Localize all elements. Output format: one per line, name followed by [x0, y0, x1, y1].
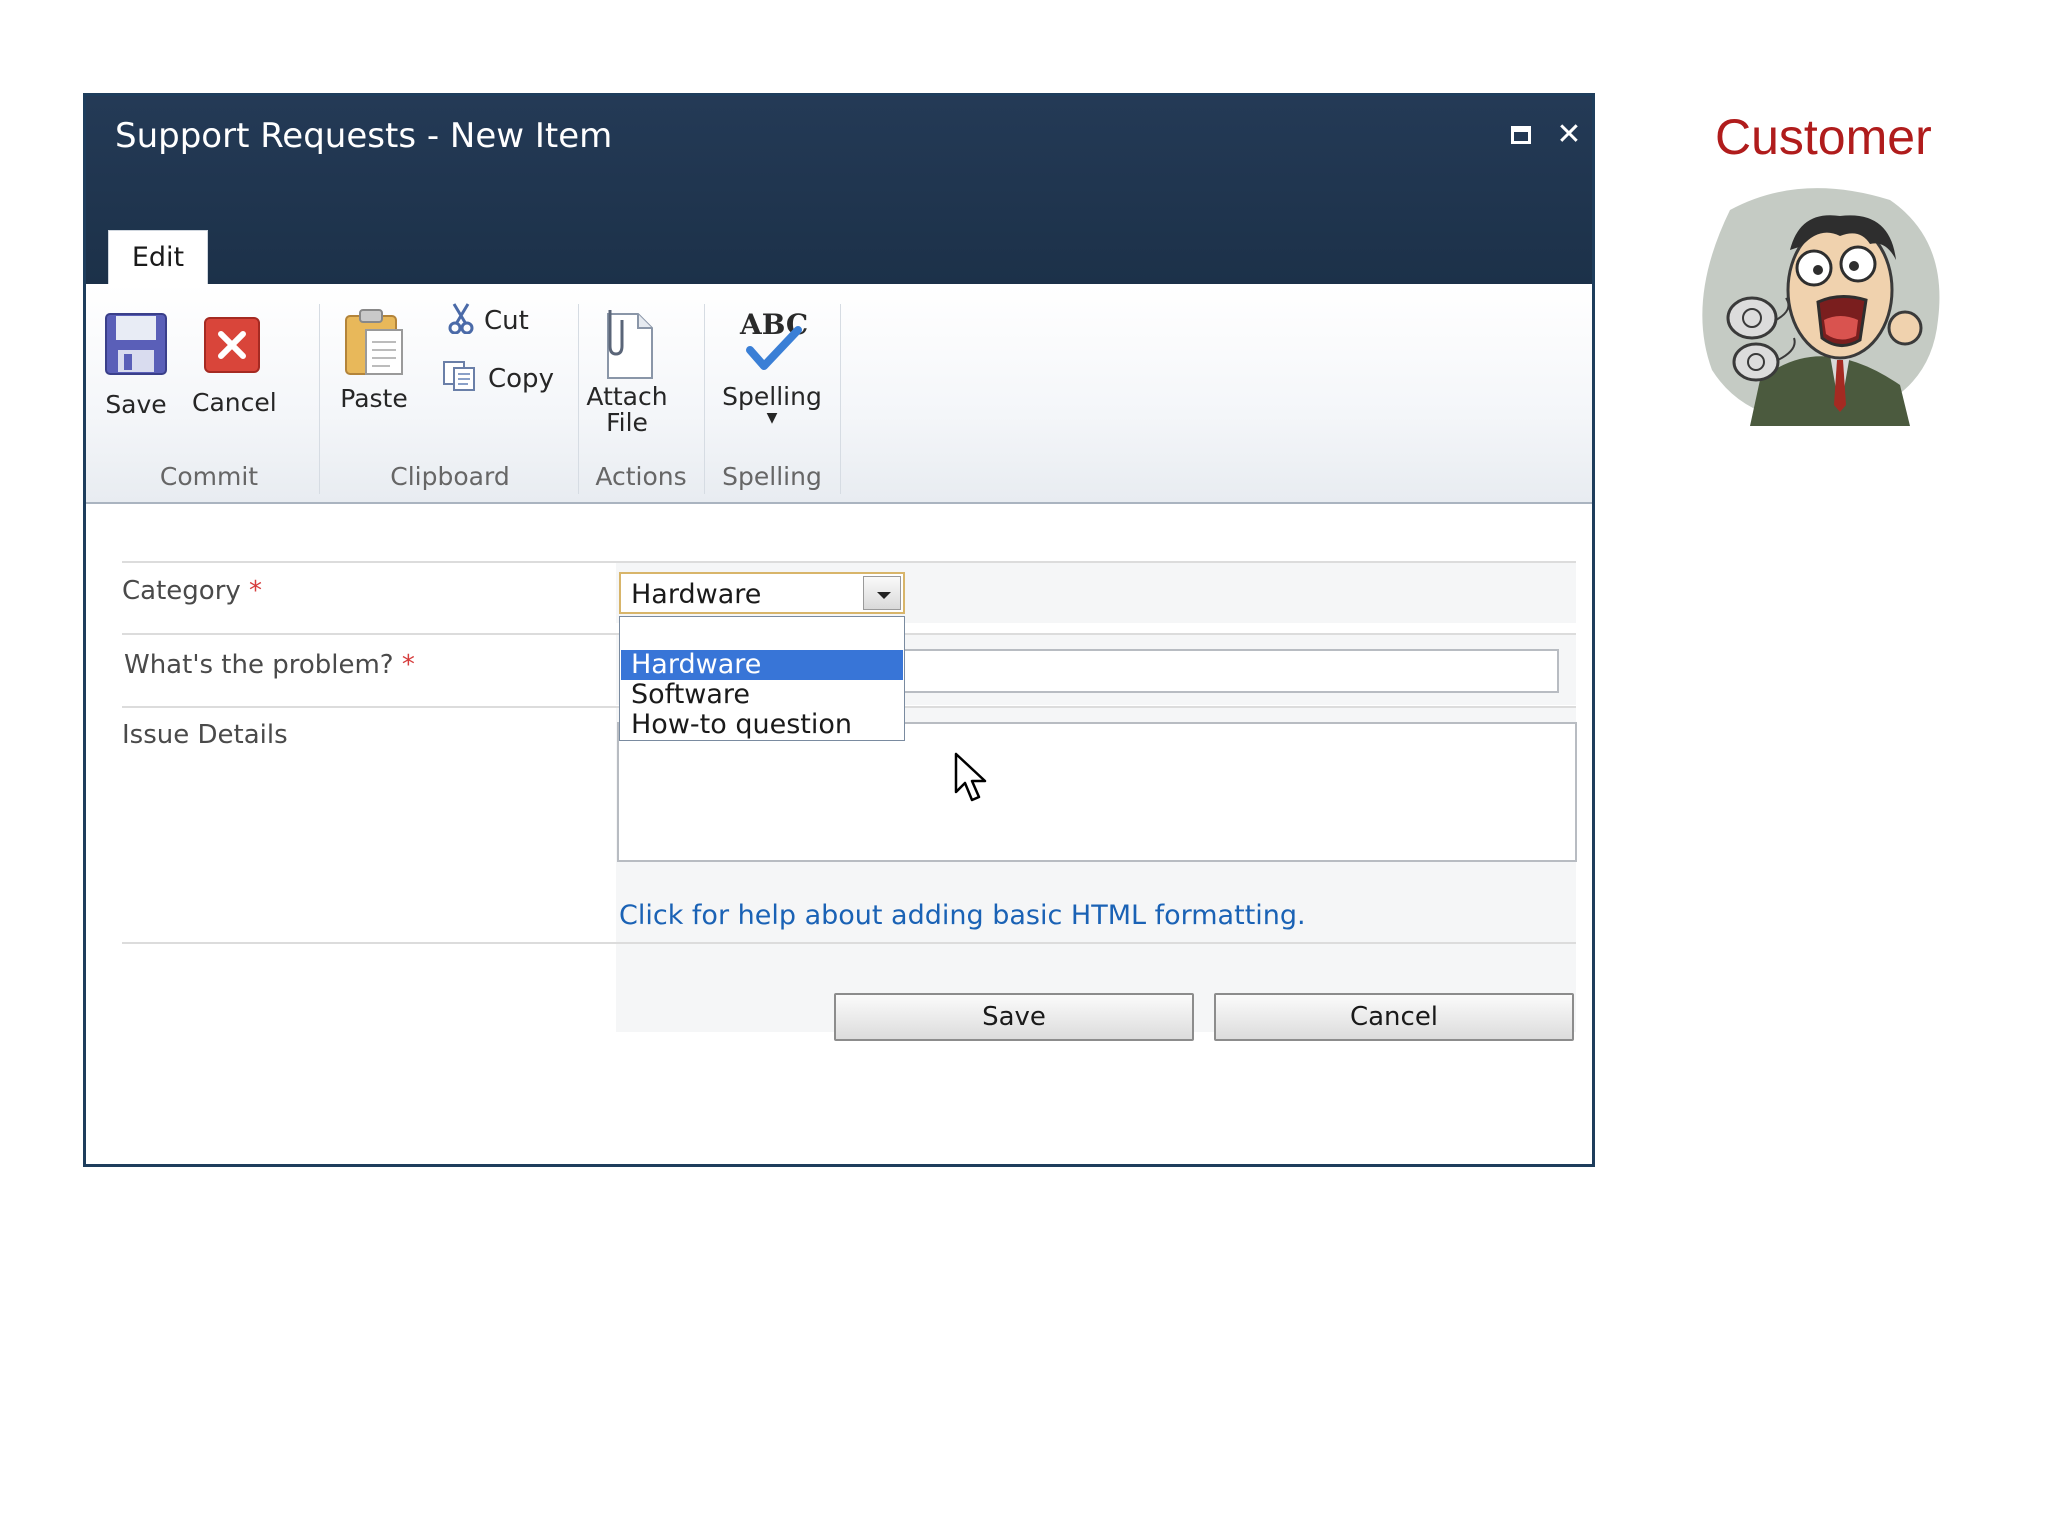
category-option-hardware[interactable]: Hardware [621, 650, 903, 680]
group-label-actions: Actions [595, 462, 687, 491]
problem-label: What's the problem? * [124, 650, 415, 680]
category-label: Category * [122, 576, 263, 606]
row-divider [122, 561, 1576, 563]
cancel-icon [204, 317, 260, 373]
ribbon-cancel-label: Cancel [192, 388, 277, 417]
category-dropdown-list: Hardware Software How-to question [619, 616, 905, 741]
category-select-value: Hardware [631, 579, 762, 610]
category-option-how-to[interactable]: How-to question [621, 710, 903, 740]
group-label-clipboard: Clipboard [390, 462, 510, 491]
spelling-icon: ABC [739, 308, 808, 370]
ribbon-copy-button[interactable]: Copy [442, 360, 554, 399]
row-divider [122, 942, 1576, 944]
cancel-button[interactable]: Cancel [1214, 993, 1574, 1041]
save-icon [105, 313, 167, 375]
required-marker: * [249, 576, 263, 606]
angry-customer-illustration [1702, 188, 1940, 426]
ribbon: Save Cancel Commit Paste Cut Copy Clipbo… [86, 284, 1592, 504]
ribbon-spelling-button[interactable]: ABC Spelling ▼ [712, 304, 832, 426]
required-marker: * [401, 650, 415, 680]
customer-label: Customer [1715, 109, 1932, 165]
ribbon-attach-file-button[interactable]: Attach File [586, 306, 668, 436]
group-separator [578, 304, 579, 494]
save-button[interactable]: Save [834, 993, 1194, 1041]
close-icon[interactable]: ✕ [1552, 118, 1586, 152]
dropdown-arrow-icon[interactable] [863, 576, 901, 610]
dialog-titlebar: Support Requests - New Item ✕ Edit [86, 96, 1592, 284]
ribbon-save-button[interactable]: Save [104, 312, 168, 418]
group-label-commit: Commit [159, 462, 259, 491]
issue-details-label: Issue Details [122, 720, 288, 750]
category-option-software[interactable]: Software [621, 680, 903, 710]
scissors-icon [448, 302, 474, 341]
issue-details-textarea[interactable] [617, 722, 1577, 862]
ribbon-cancel-button[interactable]: Cancel [192, 312, 277, 417]
ribbon-cut-button[interactable]: Cut [448, 302, 529, 341]
ribbon-paste-button[interactable]: Paste [334, 306, 414, 412]
ribbon-save-label: Save [105, 390, 167, 419]
paste-icon [345, 309, 403, 375]
group-separator [319, 304, 320, 494]
category-select[interactable]: Hardware [619, 572, 905, 614]
ribbon-copy-label: Copy [488, 364, 554, 394]
dialog-title: Support Requests - New Item [115, 116, 613, 156]
tab-edit[interactable]: Edit [108, 230, 208, 284]
chevron-down-icon: ▼ [766, 410, 778, 426]
mouse-cursor-icon [954, 752, 987, 802]
html-help-link[interactable]: Click for help about adding basic HTML f… [619, 900, 1306, 931]
ribbon-spelling-label: Spelling [722, 382, 822, 411]
group-separator [840, 304, 841, 494]
group-separator [704, 304, 705, 494]
svg-text:ABC: ABC [739, 308, 808, 341]
maximize-icon[interactable] [1504, 118, 1538, 152]
ribbon-attach-label-2: File [606, 408, 648, 437]
group-label-spelling: Spelling [722, 462, 822, 491]
attach-file-icon [607, 310, 653, 379]
ribbon-cut-label: Cut [484, 306, 529, 336]
new-item-dialog: Support Requests - New Item ✕ Edit Save … [83, 93, 1595, 1167]
copy-icon [442, 360, 478, 399]
ribbon-attach-label-1: Attach [586, 382, 668, 411]
ribbon-paste-label: Paste [340, 384, 408, 413]
